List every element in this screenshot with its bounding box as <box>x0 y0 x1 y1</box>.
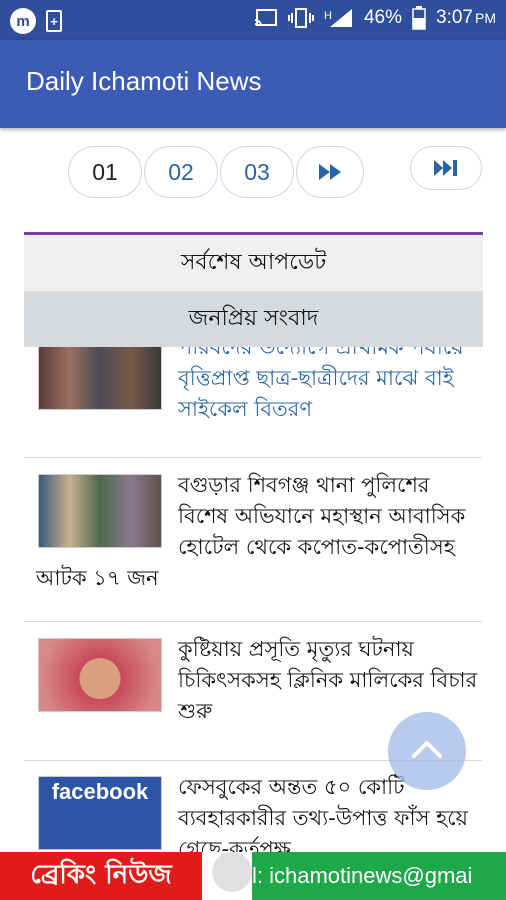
woman-portrait-photo <box>38 638 162 712</box>
bicycles-photo <box>38 336 162 410</box>
scroll-top-button[interactable] <box>388 712 466 790</box>
facebook-logo-text: facebook <box>51 779 149 804</box>
app-title: Daily Ichamoti News <box>26 66 262 96</box>
last-page-button[interactable] <box>410 146 482 190</box>
breaking-news-label: ব্রেকিং নিউজ <box>0 852 202 900</box>
status-bar: m + H 46% 3:07 PM <box>0 0 506 40</box>
skip-to-end-icon <box>434 160 457 176</box>
m-app-icon: m <box>10 8 36 34</box>
page-03-button[interactable]: 03 <box>220 146 294 198</box>
cast-icon <box>254 9 277 27</box>
battery-percent: 46% <box>363 7 403 28</box>
facebook-logo-photo: facebook <box>38 776 162 850</box>
ticker-circle <box>212 852 252 892</box>
news-title: পরিষদের উদ্যোগে প্রাথমিক পর্যায়ে বৃত্তি… <box>178 335 464 421</box>
next-page-button[interactable] <box>296 146 364 198</box>
fast-forward-icon <box>319 164 341 180</box>
app-bar: Daily Ichamoti News <box>0 40 506 128</box>
signal-icon: H <box>324 9 352 27</box>
people-photo <box>38 474 162 548</box>
battery-plus-icon: + <box>46 10 62 32</box>
battery-icon <box>412 6 426 30</box>
page-01-button[interactable]: 01 <box>68 146 142 198</box>
divider <box>24 457 482 458</box>
ticker-email-text: l: ichamotinews@gmai <box>252 852 506 900</box>
breaking-news-ticker: ব্রেকিং নিউজ l: ichamotinews@gmai <box>0 852 506 900</box>
divider <box>24 621 482 622</box>
news-item-2[interactable]: বগুড়ার শিবগঞ্জ থানা পুলিশের বিশেষ অভিযা… <box>36 470 482 594</box>
tab-popular-news[interactable]: জনপ্রিয় সংবাদ <box>24 292 483 347</box>
chevron-up-icon <box>412 741 442 758</box>
svg-text:H: H <box>324 10 332 22</box>
news-title: কুষ্টিয়ায় প্রসূতি মৃত্যুর ঘটনায় চিকিৎ… <box>178 637 478 723</box>
clock: 3:07 PM <box>436 7 496 28</box>
tab-strip: সর্বশেষ আপডেট জনপ্রিয় সংবাদ <box>24 232 483 347</box>
tab-latest-updates[interactable]: সর্বশেষ আপডেট <box>24 235 483 292</box>
page-02-button[interactable]: 02 <box>144 146 218 198</box>
vibrate-icon <box>287 8 314 28</box>
